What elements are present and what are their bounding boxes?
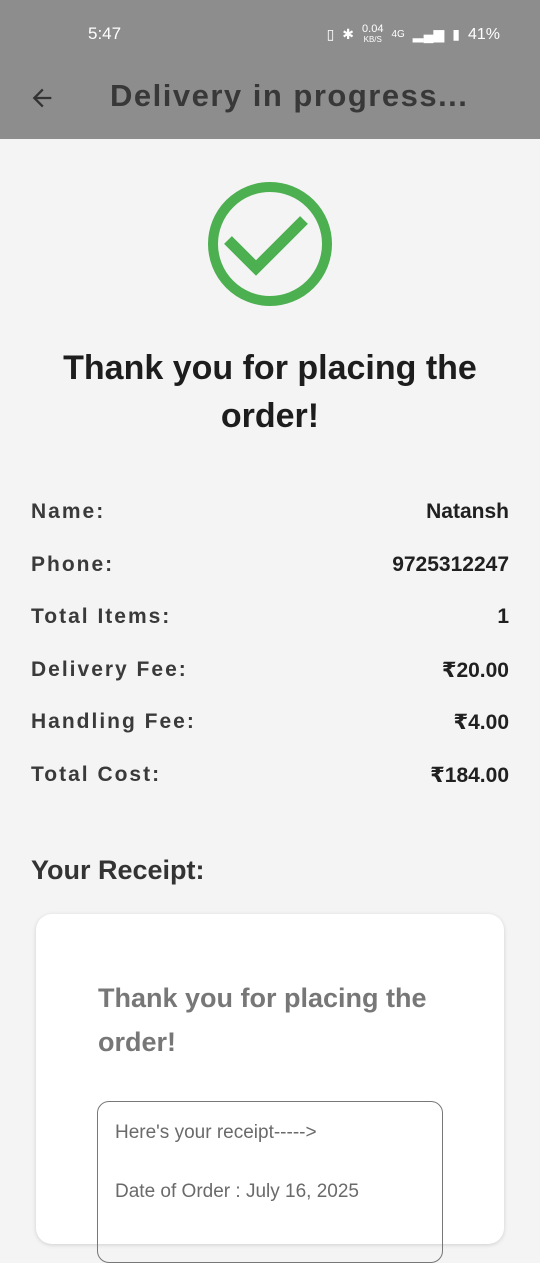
receipt-line: Here's your receipt-----> (115, 1122, 317, 1143)
receipt-card[interactable]: Thank you for placing the order! Here's … (36, 914, 504, 1263)
detail-value: ₹4.00 (453, 711, 509, 734)
detail-label: Total Cost: (31, 762, 162, 786)
detail-row-delivery-fee: Delivery Fee: ₹20.00 (31, 658, 509, 711)
detail-label: Total Items: (31, 605, 172, 628)
receipt-box[interactable]: Here's your receipt-----> Date of Order … (97, 1101, 443, 1263)
vibrate-icon: ▯ (326, 26, 335, 42)
detail-label: Handling Fee: (31, 710, 196, 733)
detail-label: Phone: (31, 552, 115, 576)
detail-value: ₹20.00 (441, 658, 509, 682)
detail-value: 9725312247 (392, 552, 509, 576)
detail-label: Delivery Fee: (31, 657, 188, 681)
detail-row-handling-fee: Handling Fee: ₹4.00 (31, 710, 509, 763)
detail-row-total-items: Total Items: 1 (31, 605, 509, 658)
back-button[interactable] (26, 82, 58, 114)
detail-row-phone: Phone: 9725312247 (31, 553, 509, 606)
page-title: Delivery in progress... (110, 78, 469, 113)
receipt-section-title: Your Receipt: (31, 855, 205, 885)
signal-icon: ▂▄▆ (412, 26, 445, 42)
battery-percent: 41% (467, 25, 500, 43)
receipt-date: Date of Order : July 16, 2025 (115, 1181, 359, 1202)
detail-value: ₹184.00 (430, 763, 509, 787)
detail-value: 1 (497, 605, 509, 628)
status-time: 5:47 (88, 24, 122, 43)
status-bar: 5:47 ▯ ✱ 0.04 KB/S 4G ▂▄▆ ▮ 41% (0, 0, 540, 66)
bluetooth-icon: ✱ (342, 26, 355, 42)
receipt-card-title: Thank you for placing the order! (98, 983, 427, 1057)
confirmation-heading: Thank you for placing the order! (63, 349, 477, 435)
data-speed: 0.04 KB/S (362, 23, 384, 45)
status-icons: ▯ ✱ 0.04 KB/S 4G ▂▄▆ ▮ 41% (327, 24, 500, 45)
arrow-left-icon (32, 88, 52, 108)
battery-icon: ▮ (452, 26, 460, 42)
detail-value: Natansh (426, 500, 509, 523)
network-label: 4G (391, 29, 405, 40)
check-circle-icon (208, 182, 332, 306)
detail-row-total-cost: Total Cost: ₹184.00 (31, 763, 509, 816)
order-details: Name: Natansh Phone: 9725312247 Total It… (31, 500, 509, 815)
detail-row-name: Name: Natansh (31, 500, 509, 553)
detail-label: Name: (31, 500, 106, 523)
app-bar: Delivery in progress... (0, 66, 540, 139)
